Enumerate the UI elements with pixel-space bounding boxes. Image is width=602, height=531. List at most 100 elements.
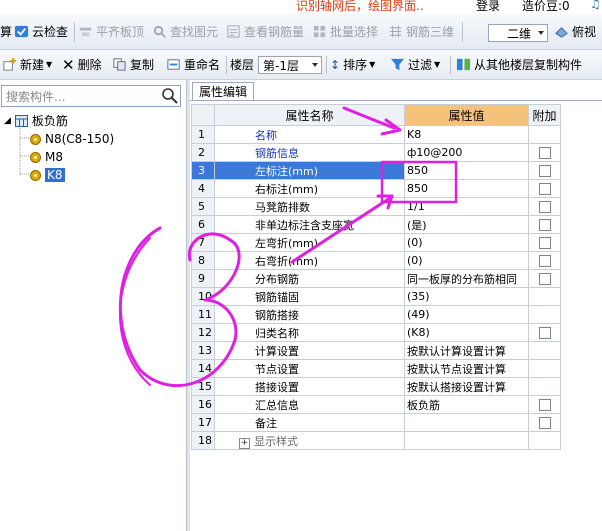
cloud-check-button[interactable]: 云检查 [14, 14, 68, 49]
table-row[interactable]: 13 计算设置 按默认计算设置计算 [191, 341, 561, 360]
view-rebar-qty-button[interactable]: 查看钢筋量 [226, 14, 304, 49]
batch-select-button[interactable]: 批量选择 [312, 14, 378, 49]
property-name[interactable]: 归类名称 [214, 323, 405, 342]
table-row[interactable]: 8 右弯折(mm) (0) [191, 251, 561, 270]
floor-select[interactable]: 第-1层 [258, 56, 322, 74]
tree-item[interactable]: M8 [30, 150, 63, 164]
copy-button[interactable]: 复制 [112, 50, 154, 79]
table-row[interactable]: 3 左标注(mm) 850 [191, 161, 561, 180]
property-value[interactable]: K8 [404, 125, 529, 144]
property-name[interactable]: 右弯折(mm) [214, 251, 405, 270]
bell-icon[interactable]: ♫ [590, 0, 601, 11]
column-header-value[interactable]: 属性值 [404, 104, 529, 126]
extra-checkbox[interactable] [539, 255, 551, 267]
table-row[interactable]: 5 马凳筋排数 1/1 [191, 197, 561, 216]
flush-slab-top-button[interactable]: 平齐板顶 [78, 14, 144, 49]
filter-button[interactable]: 过滤 ▼ [390, 50, 440, 79]
table-row[interactable]: 4 右标注(mm) 850 [191, 179, 561, 198]
property-name[interactable]: 备注 [214, 413, 405, 432]
property-name[interactable]: 右标注(mm) [214, 179, 405, 198]
property-value[interactable]: (是) [404, 215, 529, 234]
property-value[interactable]: 板负筋 [404, 395, 529, 414]
property-value[interactable]: 按默认计算设置计算 [404, 341, 529, 360]
property-value[interactable]: (K8) [404, 323, 529, 342]
property-name[interactable]: 钢筋信息 [214, 143, 405, 162]
notice-text[interactable]: 识别轴网后，绘图界面.. [296, 0, 424, 14]
property-name[interactable]: 搭接设置 [214, 377, 405, 396]
extra-checkbox[interactable] [539, 399, 551, 411]
property-value[interactable]: 按默认节点设置计算 [404, 359, 529, 378]
tree-item-selected[interactable]: K8 [30, 168, 65, 182]
copy-from-floor-button[interactable]: 从其他楼层复制构件 [456, 50, 582, 79]
property-name[interactable]: 钢筋锚固 [214, 287, 405, 306]
property-name[interactable]: 马凳筋排数 [214, 197, 405, 216]
table-row[interactable]: 10 钢筋锚固 (35) [191, 287, 561, 306]
property-name[interactable]: 名称 [214, 125, 405, 144]
extra-checkbox[interactable] [539, 327, 551, 339]
table-row[interactable]: 17 备注 [191, 413, 561, 432]
extra-checkbox[interactable] [539, 237, 551, 249]
table-row[interactable]: 7 左弯折(mm) (0) [191, 233, 561, 252]
table-row[interactable]: 15 搭接设置 按默认搭接设置计算 [191, 377, 561, 396]
extra-checkbox[interactable] [539, 147, 551, 159]
table-row[interactable]: 18 + 显示样式 [191, 431, 561, 450]
extra-cell [528, 305, 561, 324]
top-view-button[interactable]: 俯视 [554, 14, 596, 49]
find-element-button[interactable]: 查找图元 [152, 14, 218, 49]
property-value[interactable]: (49) [404, 305, 529, 324]
property-name[interactable]: 计算设置 [214, 341, 405, 360]
property-name[interactable]: 左弯折(mm) [214, 233, 405, 252]
property-value[interactable]: (35) [404, 287, 529, 306]
property-value[interactable]: 850 [404, 179, 529, 198]
property-value[interactable]: 按默认搭接设置计算 [404, 377, 529, 396]
property-name[interactable]: 汇总信息 [214, 395, 405, 414]
property-name[interactable]: + 显示样式 [214, 431, 405, 450]
new-button[interactable]: 新建 ▼ [2, 50, 52, 79]
property-name[interactable]: 非单边标注含支座宽 [214, 215, 405, 234]
property-value[interactable]: 同一板厚的分布筋相同 [404, 269, 529, 288]
property-value[interactable]: (0) [404, 251, 529, 270]
table-row[interactable]: 9 分布钢筋 同一板厚的分布筋相同 [191, 269, 561, 288]
property-name[interactable]: 节点设置 [214, 359, 405, 378]
property-name[interactable]: 左标注(mm) [214, 161, 405, 180]
rebar-3d-button[interactable]: 钢筋三维 [388, 14, 454, 49]
expand-icon[interactable]: + [239, 437, 250, 449]
table-row[interactable]: 12 归类名称 (K8) [191, 323, 561, 342]
extra-checkbox[interactable] [539, 165, 551, 177]
tab-property-edit[interactable]: 属性编辑 [192, 82, 255, 101]
property-value[interactable]: ф10@200 [404, 143, 529, 162]
extra-checkbox[interactable] [539, 273, 551, 285]
rename-button[interactable]: 重命名 [166, 50, 220, 79]
new-label: 新建 [20, 58, 45, 72]
calc-button[interactable]: 算 [0, 14, 12, 49]
extra-checkbox[interactable] [539, 417, 551, 429]
table-row[interactable]: 11 钢筋搭接 (49) [191, 305, 561, 324]
extra-checkbox[interactable] [539, 183, 551, 195]
table-row[interactable]: 6 非单边标注含支座宽 (是) [191, 215, 561, 234]
property-value[interactable]: (0) [404, 233, 529, 252]
search-icon[interactable] [160, 86, 180, 106]
sort-button[interactable]: ↕ 排序 ▼ [330, 50, 375, 79]
extra-checkbox[interactable] [539, 219, 551, 231]
extra-checkbox[interactable] [539, 201, 551, 213]
property-value[interactable] [404, 431, 529, 450]
property-value[interactable] [404, 413, 529, 432]
property-name[interactable]: 分布钢筋 [214, 269, 405, 288]
view-mode-select[interactable]: 二维 [488, 24, 548, 42]
search-input[interactable]: 搜索构件... [1, 85, 181, 107]
property-name[interactable]: 钢筋搭接 [214, 305, 405, 324]
table-row[interactable]: 1 名称 K8 [191, 125, 561, 144]
delete-button[interactable]: ✕ 删除 [62, 50, 102, 79]
table-row[interactable]: 16 汇总信息 板负筋 [191, 395, 561, 414]
login-link[interactable]: 登录 [476, 0, 500, 14]
tree-item[interactable]: N8(C8-150) [30, 132, 114, 146]
tree-root[interactable]: ◢ 板负筋 [4, 112, 68, 129]
property-value[interactable]: 850 [404, 161, 529, 180]
table-row[interactable]: 2 钢筋信息 ф10@200 [191, 143, 561, 162]
column-header-name[interactable]: 属性名称 [214, 104, 405, 126]
coins-link[interactable]: 造价豆:0 [522, 0, 570, 14]
table-row[interactable]: 14 节点设置 按默认节点设置计算 [191, 359, 561, 378]
collapse-icon[interactable]: ◢ [4, 116, 11, 126]
property-value[interactable]: 1/1 [404, 197, 529, 216]
column-header-extra[interactable]: 附加 [528, 104, 561, 126]
